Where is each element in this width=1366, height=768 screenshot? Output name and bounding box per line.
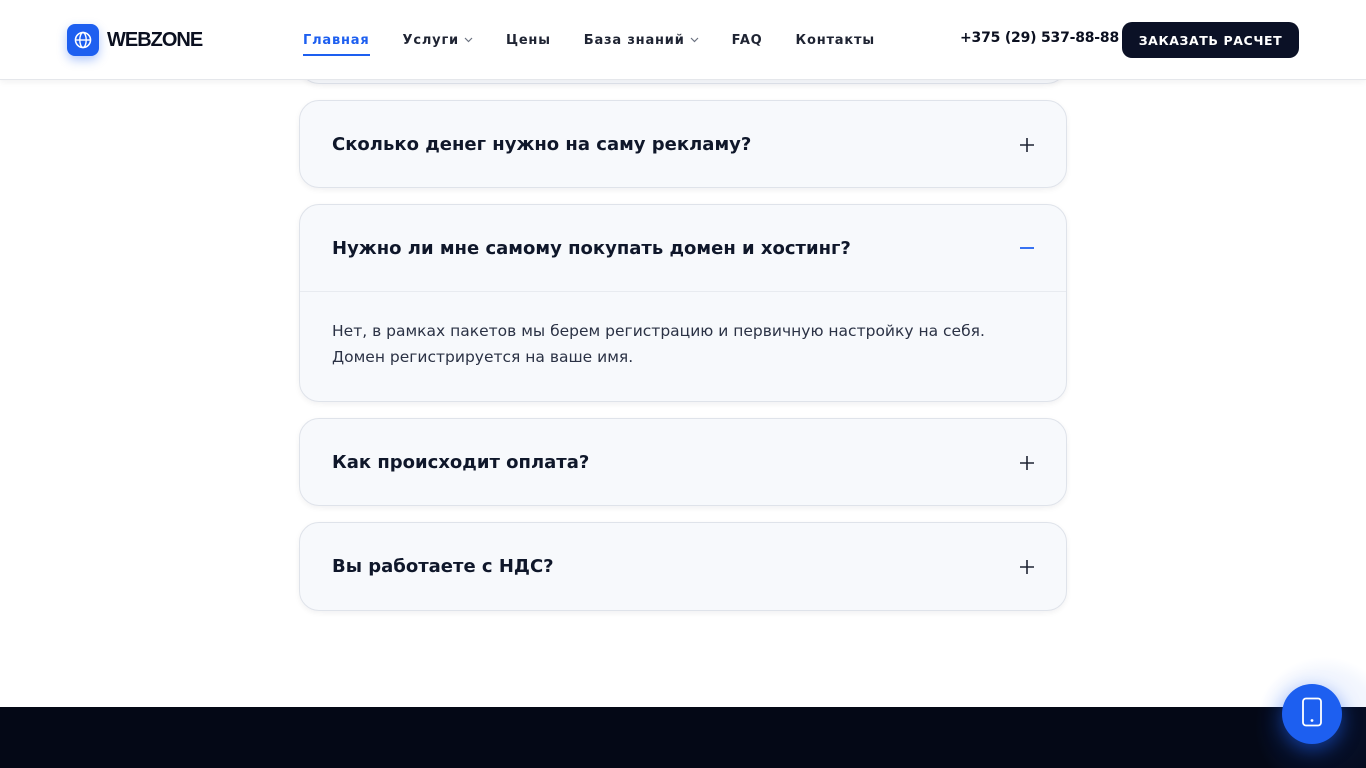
nav-item-label: Главная <box>303 32 370 48</box>
nav-item-home[interactable]: Главная <box>303 28 370 56</box>
plus-icon[interactable] <box>1018 136 1036 154</box>
site-header: WEBZONE Главная Услуги Цены База знаний … <box>0 0 1366 80</box>
chevron-down-icon <box>464 37 473 43</box>
logo[interactable]: WEBZONE <box>67 24 203 56</box>
order-quote-button[interactable]: ЗАКАЗАТЬ РАСЧЕТ <box>1122 22 1299 58</box>
nav-item-label: База знаний <box>583 32 685 48</box>
faq-answer-line: Нет, в рамках пакетов мы берем регистрац… <box>332 322 985 340</box>
mobile-phone-icon <box>1301 697 1323 731</box>
chevron-down-icon <box>690 37 699 43</box>
faq-answer-line: Домен регистрируется на ваше имя. <box>332 348 634 366</box>
faq-item[interactable]: Как происходит оплата? <box>299 418 1067 506</box>
faq-item[interactable]: Сколько денег нужно на саму рекламу? <box>299 100 1067 188</box>
plus-icon[interactable] <box>1018 454 1036 472</box>
nav-item-prices[interactable]: Цены <box>506 28 551 52</box>
faq-question: Нужно ли мне самому покупать домен и хос… <box>332 237 851 259</box>
nav-item-label: Контакты <box>795 32 875 48</box>
nav-item-label: Цены <box>505 32 551 48</box>
nav-item-services[interactable]: Услуги <box>403 28 473 52</box>
call-button[interactable] <box>1282 684 1342 744</box>
nav-item-label: FAQ <box>731 32 763 48</box>
globe-icon <box>67 24 99 56</box>
faq-question: Сколько денег нужно на саму рекламу? <box>332 134 752 155</box>
nav-item-contacts[interactable]: Контакты <box>796 28 875 52</box>
faq-question-row[interactable]: Вы работаете с НДС? <box>300 523 1066 610</box>
faq-answer: Нет, в рамках пакетов мы берем регистрац… <box>300 292 1066 370</box>
plus-icon[interactable] <box>1018 558 1036 576</box>
nav-item-knowledge-base[interactable]: База знаний <box>584 28 699 52</box>
faq-question: Как происходит оплата? <box>332 452 590 473</box>
faq-question-row[interactable]: Сколько денег нужно на саму рекламу? <box>300 101 1066 187</box>
phone-link[interactable]: +375 (29) 537-88-88 <box>960 30 1119 46</box>
main-nav: Главная Услуги Цены База знаний FAQ Конт… <box>303 0 908 80</box>
faq-question: Вы работаете с НДС? <box>332 556 554 577</box>
faq-item[interactable]: Вы работаете с НДС? <box>299 522 1067 611</box>
faq-item-expanded[interactable]: Нужно ли мне самому покупать домен и хос… <box>299 204 1067 402</box>
faq-question-row[interactable]: Нужно ли мне самому покупать домен и хос… <box>300 205 1066 292</box>
minus-icon[interactable] <box>1018 239 1036 257</box>
footer <box>0 707 1366 768</box>
nav-item-label: Услуги <box>402 32 459 48</box>
faq-question-row[interactable]: Как происходит оплата? <box>300 419 1066 505</box>
nav-item-faq[interactable]: FAQ <box>732 28 763 52</box>
logo-text: WEBZONE <box>107 28 203 51</box>
